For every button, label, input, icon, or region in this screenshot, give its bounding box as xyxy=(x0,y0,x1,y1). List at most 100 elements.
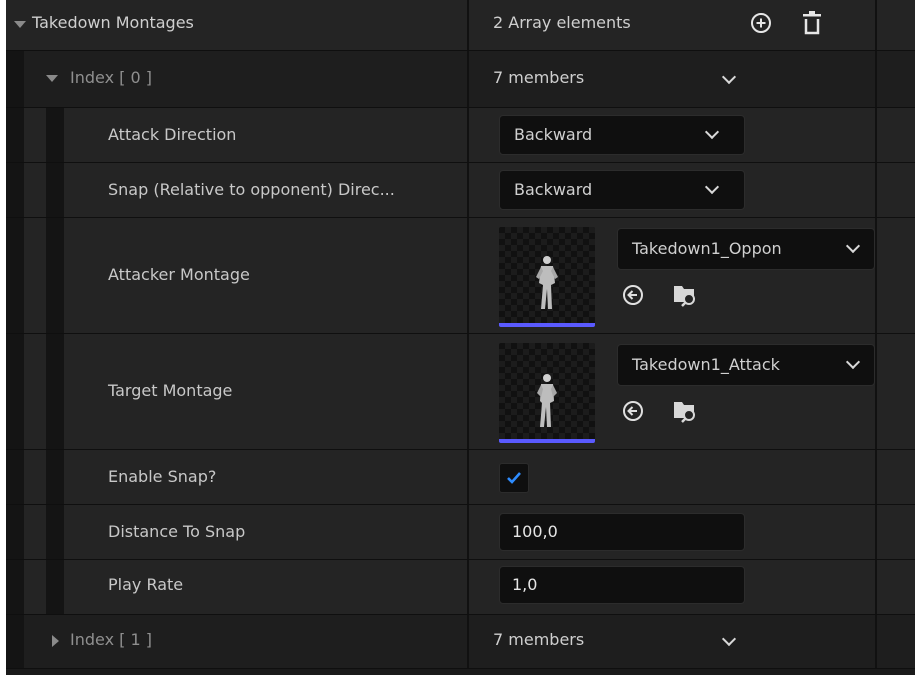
distance-to-snap-value-cell: 100,0 xyxy=(469,505,875,559)
index-0-row[interactable]: Index [ 0 ] 7 members xyxy=(6,51,915,108)
indent-gutter xyxy=(6,560,24,614)
chevron-down-icon xyxy=(845,238,861,254)
column-divider xyxy=(875,615,877,668)
index-1-label: Index [ 1 ] xyxy=(70,630,152,649)
takedown-montages-value-cell: 2 Array elements xyxy=(469,0,875,50)
snap-direction-dropdown[interactable]: Backward xyxy=(499,170,745,210)
trash-icon[interactable] xyxy=(801,10,823,36)
attacker-montage-thumbnail[interactable] xyxy=(499,227,595,327)
takedown-montages-row[interactable]: Takedown Montages 2 Array elements xyxy=(6,0,915,51)
attacker-montage-label: Attacker Montage xyxy=(108,265,250,284)
indent-gutter xyxy=(46,163,64,217)
arrow-left-circle-icon[interactable] xyxy=(622,284,644,306)
target-montage-thumbnail[interactable] xyxy=(499,343,595,443)
column-divider xyxy=(875,108,877,162)
array-count-text: 2 Array elements xyxy=(493,13,631,32)
indent-gutter xyxy=(6,450,24,504)
chevron-down-icon[interactable] xyxy=(721,631,737,647)
index-0-label-cell: Index [ 0 ] xyxy=(6,51,469,107)
attack-direction-row: Attack Direction Backward xyxy=(6,108,915,163)
index-0-members-text: 7 members xyxy=(493,68,585,87)
chevron-down-icon xyxy=(704,124,720,140)
arrow-left-circle-icon[interactable] xyxy=(622,400,644,422)
column-divider xyxy=(875,450,877,504)
target-montage-row: Target Montage Takedown1_Attack xyxy=(6,334,915,450)
takedown-montages-label-cell: Takedown Montages xyxy=(6,0,469,50)
indent-gutter xyxy=(6,163,24,217)
indent-gutter xyxy=(46,505,64,559)
index-1-members-text: 7 members xyxy=(493,630,585,649)
index-1-label-cell: Index [ 1 ] xyxy=(6,615,469,668)
indent-gutter xyxy=(46,450,64,504)
column-divider xyxy=(875,163,877,217)
attacker-montage-value-cell: Takedown1_Oppon xyxy=(469,218,875,333)
play-rate-value: 1,0 xyxy=(512,575,538,594)
expand-arrow-icon[interactable] xyxy=(52,635,59,647)
distance-to-snap-value: 100,0 xyxy=(512,522,558,541)
chevron-down-icon[interactable] xyxy=(721,69,737,85)
plus-circle-icon[interactable] xyxy=(750,12,772,34)
column-divider xyxy=(875,218,877,333)
enable-snap-value-cell xyxy=(469,450,875,504)
chevron-down-icon xyxy=(845,354,861,370)
target-montage-label: Target Montage xyxy=(108,381,233,400)
play-rate-row: Play Rate 1,0 xyxy=(6,560,915,615)
indent-gutter xyxy=(6,334,24,449)
indent-gutter xyxy=(6,51,24,107)
attack-direction-dropdown[interactable]: Backward xyxy=(499,115,745,155)
indent-gutter xyxy=(46,218,64,333)
attack-direction-label: Attack Direction xyxy=(108,125,237,144)
column-divider xyxy=(875,560,877,614)
snap-direction-value-cell: Backward xyxy=(469,163,875,217)
snap-direction-value: Backward xyxy=(514,180,593,199)
expand-arrow-icon[interactable] xyxy=(46,75,58,82)
collapse-arrow-icon[interactable] xyxy=(14,21,26,28)
indent-gutter xyxy=(46,560,64,614)
column-divider xyxy=(875,334,877,449)
enable-snap-label: Enable Snap? xyxy=(108,467,217,486)
column-divider xyxy=(875,505,877,559)
column-divider xyxy=(875,51,877,107)
index-0-value-cell: 7 members xyxy=(469,51,875,107)
character-figure-icon xyxy=(537,374,557,427)
chevron-down-icon xyxy=(704,179,720,195)
details-panel: Takedown Montages 2 Array elements Index… xyxy=(6,0,915,675)
attack-direction-label-cell: Attack Direction xyxy=(6,108,469,162)
snap-direction-label: Snap (Relative to opponent) Direc... xyxy=(108,180,395,199)
attacker-montage-asset-name: Takedown1_Oppon xyxy=(632,239,782,258)
indent-gutter xyxy=(6,218,24,333)
indent-gutter xyxy=(46,334,64,449)
target-montage-label-cell: Target Montage xyxy=(6,334,469,449)
index-1-row[interactable]: Index [ 1 ] 7 members xyxy=(6,615,915,669)
folder-search-icon[interactable] xyxy=(672,398,698,424)
checkmark-icon xyxy=(507,472,521,484)
play-rate-label: Play Rate xyxy=(108,575,184,594)
indent-gutter xyxy=(46,108,64,162)
indent-gutter xyxy=(6,505,24,559)
snap-direction-row: Snap (Relative to opponent) Direc... Bac… xyxy=(6,163,915,218)
attacker-montage-row: Attacker Montage Takedown1_Oppon xyxy=(6,218,915,334)
attack-direction-value: Backward xyxy=(514,125,593,144)
folder-search-icon[interactable] xyxy=(672,282,698,308)
target-montage-asset-name: Takedown1_Attack xyxy=(632,355,780,374)
attacker-montage-asset-picker[interactable]: Takedown1_Oppon xyxy=(617,228,875,270)
play-rate-value-cell: 1,0 xyxy=(469,560,875,614)
index-1-value-cell: 7 members xyxy=(469,615,875,668)
index-0-label: Index [ 0 ] xyxy=(70,68,152,87)
target-montage-asset-picker[interactable]: Takedown1_Attack xyxy=(617,344,875,386)
distance-to-snap-label: Distance To Snap xyxy=(108,522,246,541)
enable-snap-checkbox[interactable] xyxy=(499,463,529,493)
snap-direction-label-cell: Snap (Relative to opponent) Direc... xyxy=(6,163,469,217)
play-rate-input[interactable]: 1,0 xyxy=(499,566,745,604)
indent-gutter xyxy=(6,108,24,162)
indent-gutter xyxy=(6,615,24,668)
enable-snap-row: Enable Snap? xyxy=(6,450,915,505)
distance-to-snap-label-cell: Distance To Snap xyxy=(6,505,469,559)
distance-to-snap-row: Distance To Snap 100,0 xyxy=(6,505,915,560)
attack-direction-value-cell: Backward xyxy=(469,108,875,162)
character-figure-icon xyxy=(536,256,558,309)
attacker-montage-label-cell: Attacker Montage xyxy=(6,218,469,333)
distance-to-snap-input[interactable]: 100,0 xyxy=(499,513,745,551)
takedown-montages-label: Takedown Montages xyxy=(32,13,194,32)
target-montage-value-cell: Takedown1_Attack xyxy=(469,334,875,449)
